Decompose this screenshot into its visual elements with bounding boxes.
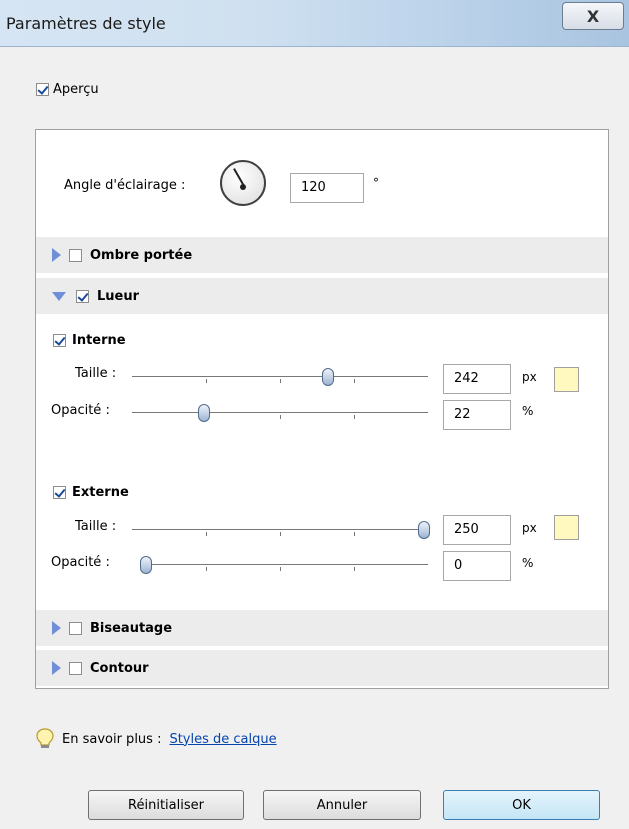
slider-tick [354,567,355,571]
interne-taille-slider[interactable] [132,366,428,386]
slider-track [132,376,428,377]
slider-tick [354,379,355,383]
contour-label: Contour [90,660,149,676]
section-biseautage[interactable]: Biseautage [36,610,608,646]
interne-taille-unit: px [522,370,537,384]
externe-opacite-slider[interactable] [140,554,428,574]
externe-taille-input[interactable]: 250 [443,515,511,545]
slider-tick [280,379,281,383]
externe-opacite-label: Opacité : [51,555,110,570]
externe-taille-slider[interactable] [132,519,430,539]
interne-taille-label: Taille : [75,366,117,381]
preview-label: Aperçu [53,82,99,97]
interne-label: Interne [72,333,126,348]
slider-tick [280,532,281,536]
slider-thumb[interactable] [418,521,430,539]
slider-tick [206,379,207,383]
interne-opacite-slider[interactable] [132,402,428,422]
angle-input[interactable]: 120 [290,173,364,203]
ombre-checkbox[interactable] [69,248,82,262]
lueur-label: Lueur [97,288,140,304]
externe-opacite-unit: % [522,556,534,570]
externe-label: Externe [72,485,129,500]
externe-opacite-input[interactable]: 0 [443,551,511,581]
lighting-angle-label: Angle d'éclairage : [64,178,186,193]
collapse-arrow-icon[interactable] [52,291,66,301]
section-contour[interactable]: Contour [36,650,608,686]
externe-checkbox[interactable] [53,486,66,499]
angle-dial[interactable] [220,160,266,206]
expand-arrow-icon[interactable] [52,661,61,675]
slider-tick [206,532,207,536]
externe-taille-label: Taille : [75,519,117,534]
learn-more-row: En savoir plus : Styles de calque [36,728,277,750]
ombre-label: Ombre portée [90,247,193,263]
title-bar: Paramètres de style X [0,0,629,47]
slider-track [132,529,428,530]
section-ombre-portee[interactable]: Ombre portée [36,237,608,273]
slider-thumb[interactable] [198,404,210,422]
section-lueur[interactable]: Lueur [36,278,608,314]
externe-option[interactable]: Externe [53,485,129,500]
reset-button[interactable]: Réinitialiser [88,790,244,820]
slider-tick [206,567,207,571]
contour-checkbox[interactable] [69,661,82,675]
slider-thumb[interactable] [140,556,152,574]
slider-track [140,564,428,565]
interne-opacite-label: Opacité : [51,403,110,418]
interne-option[interactable]: Interne [53,333,126,348]
slider-thumb[interactable] [322,368,334,386]
interne-taille-input[interactable]: 242 [443,364,511,394]
slider-tick [354,415,355,419]
slider-track [132,412,428,413]
ok-button[interactable]: OK [443,790,600,820]
interne-opacite-unit: % [522,404,534,418]
lighting-angle-row: Angle d'éclairage : [50,160,450,220]
biseautage-label: Biseautage [90,620,173,636]
window-title: Paramètres de style [6,14,166,33]
slider-tick [354,532,355,536]
expand-arrow-icon[interactable] [52,621,61,635]
lightbulb-icon [36,728,54,748]
preview-option[interactable]: Aperçu [36,82,99,97]
dial-center [240,184,246,190]
interne-opacite-input[interactable]: 22 [443,400,511,430]
cancel-button[interactable]: Annuler [263,790,421,820]
close-button[interactable]: X [562,2,624,30]
interne-checkbox[interactable] [53,334,66,347]
interne-color-swatch[interactable] [554,367,579,392]
lueur-checkbox[interactable] [76,289,89,303]
expand-arrow-icon[interactable] [52,248,61,262]
degree-symbol: ° [373,176,379,190]
slider-tick [280,567,281,571]
externe-taille-unit: px [522,521,537,535]
slider-tick [280,415,281,419]
preview-checkbox[interactable] [36,83,49,96]
learn-more-link[interactable]: Styles de calque [169,732,276,747]
biseautage-checkbox[interactable] [69,621,82,635]
learn-more-prefix: En savoir plus : [62,731,162,747]
close-icon: X [586,6,600,26]
externe-color-swatch[interactable] [554,515,579,540]
